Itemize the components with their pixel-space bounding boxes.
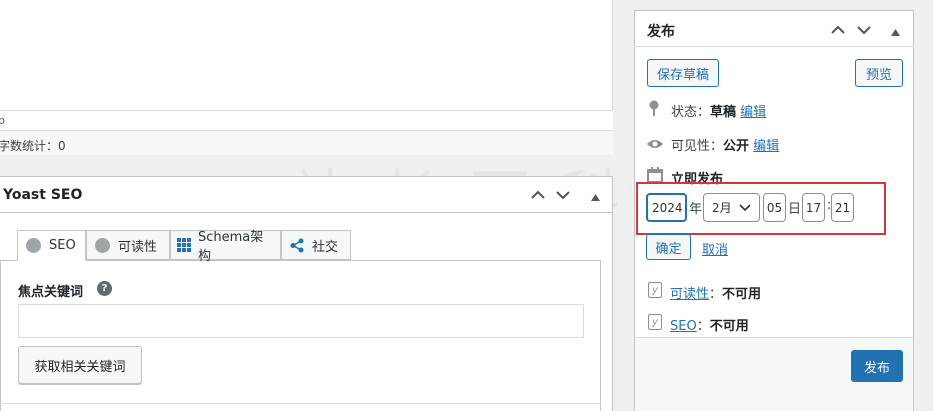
word-count-label: 字数统计： [0,139,59,153]
readability-colon: ： [709,287,723,302]
tab-social[interactable]: 社交 [281,230,351,260]
tab-readability-label: 可读性 [118,239,158,255]
focus-keyword-label: 焦点关键词 [18,285,84,300]
visibility-row: 可见性：公开 编辑 [671,135,779,154]
yoast-icon: y [648,282,662,298]
tab-schema[interactable]: Schema架构 [170,230,281,264]
move-up-icon[interactable] [831,22,845,38]
grid-icon [177,238,191,252]
publish-button[interactable]: 发布 [851,350,903,382]
edit-visibility-link[interactable]: 编辑 [753,139,779,154]
tab-seo-label: SEO [49,238,76,253]
ok-button[interactable]: 确定 [646,234,691,260]
status-label: 状态： [671,105,711,120]
tab-seo[interactable]: SEO [17,230,86,261]
move-down-icon[interactable] [857,22,871,38]
move-up-icon[interactable] [531,187,545,203]
yoast-header [0,176,613,213]
help-icon[interactable]: ? [97,281,112,296]
yoast-icon: y [648,314,662,330]
seo-link[interactable]: SEO [670,319,697,334]
status-value: 草稿 [710,105,737,120]
seo-colon: ： [696,319,710,334]
editor-path-bar: p [0,110,613,130]
save-draft-button[interactable]: 保存草稿 [647,59,719,87]
publish-header [634,10,914,47]
tab-readability[interactable]: 可读性 [86,230,170,260]
visibility-label: 可见性： [671,139,724,154]
publish-title: 发布 [647,24,675,40]
status-row: 状态：草稿 编辑 [671,101,766,120]
readability-value: 不可用 [722,287,762,302]
share-icon [290,238,304,253]
yoast-title: Yoast SEO [3,187,83,203]
get-related-keywords-button[interactable]: 获取相关关键词 [18,346,142,384]
seo-score-dot-icon [26,238,41,253]
divider [0,403,601,404]
move-down-icon[interactable] [556,187,570,203]
pin-icon [648,100,660,121]
edit-status-link[interactable]: 编辑 [740,105,766,120]
seo-value: 不可用 [709,319,749,334]
cancel-link[interactable]: 取消 [702,239,728,258]
seo-row: SEO：不可用 [670,315,749,334]
readability-row: 可读性：不可用 [670,283,761,302]
readability-score-dot-icon [95,237,110,253]
tab-social-label: 社交 [312,239,339,255]
highlight-annotation-box [636,182,886,235]
visibility-value: 公开 [723,139,750,154]
eye-icon [646,138,664,154]
readability-link[interactable]: 可读性 [670,287,709,302]
collapse-toggle-icon[interactable] [891,23,900,39]
collapse-toggle-icon[interactable] [591,188,600,204]
tab-schema-label: Schema架构 [198,230,264,264]
word-count-value: 0 [58,139,66,153]
editor-path-text: p [0,114,5,127]
focus-keyword-input[interactable] [18,304,584,338]
preview-button[interactable]: 预览 [855,59,903,87]
